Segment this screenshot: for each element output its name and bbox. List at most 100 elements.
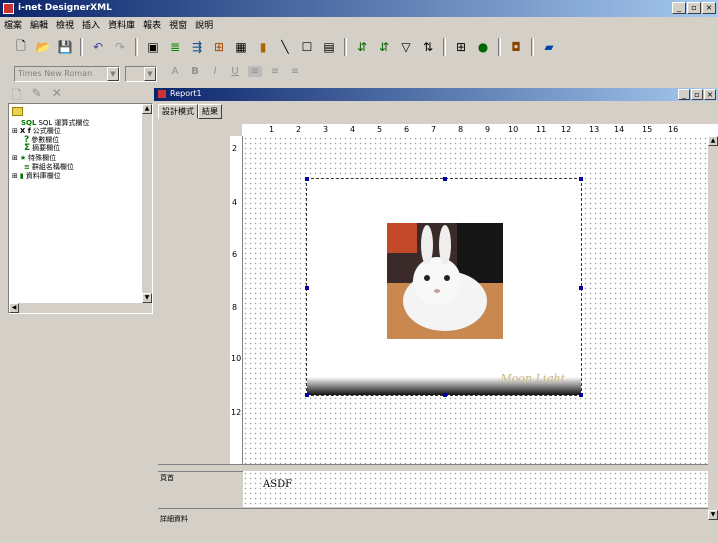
resize-handle[interactable] (305, 177, 309, 181)
rabbit-photo (387, 223, 503, 339)
title-bar: i-net DesignerXML _ ▫ × (0, 0, 718, 17)
expand-icon[interactable]: ⊞ (12, 127, 18, 135)
minimize-button[interactable]: _ (672, 2, 686, 14)
group-icon: ≡ (24, 163, 30, 171)
ruler-v-label: 12 (231, 408, 242, 417)
tree-item-database[interactable]: ⊞ ▮ 資料庫欄位 (12, 171, 61, 181)
redo-icon[interactable]: ↷ (111, 38, 129, 56)
insert-field-icon[interactable]: ≣ (166, 38, 184, 56)
menu-view[interactable]: 檢視 (52, 18, 78, 31)
ruler-h-label: 6 (404, 125, 410, 134)
chevron-down-icon[interactable]: ▼ (107, 67, 119, 81)
tab-design[interactable]: 設計模式 (158, 104, 198, 119)
align-center-button[interactable]: ≡ (268, 66, 282, 77)
filter-icon[interactable]: ▽ (397, 38, 415, 56)
align-right-button[interactable]: ≡ (288, 66, 302, 77)
database-expert-icon[interactable]: ● (474, 38, 492, 56)
menu-bar: 檔案 編輯 檢視 插入 資料庫 報表 視窗 說明 (0, 17, 718, 32)
report-minimize-button[interactable]: _ (678, 89, 690, 100)
vertical-ruler: 2 4 6 8 10 12 (230, 136, 243, 466)
sort-ascending-icon[interactable]: ⇅ (419, 38, 437, 56)
tree-root[interactable] (12, 107, 23, 116)
database-icon: ▮ (19, 172, 24, 180)
book-icon[interactable]: ▰ (540, 38, 558, 56)
header-text-object[interactable]: ASDF (263, 479, 292, 490)
menu-report[interactable]: 報表 (139, 18, 165, 31)
insert-chart-icon[interactable]: ▮ (254, 38, 272, 56)
section-divider[interactable] (158, 508, 718, 514)
insert-text-icon[interactable]: ▣ (144, 38, 162, 56)
report-maximize-button[interactable]: ▫ (691, 89, 703, 100)
canvas-horizontal-scrollbar[interactable] (243, 521, 718, 531)
field-explorer-icon[interactable]: ⊞ (452, 38, 470, 56)
expand-icon[interactable]: ⊞ (12, 172, 18, 180)
insert-box-icon[interactable]: ☐ (298, 38, 316, 56)
font-size-select[interactable]: ▼ (125, 66, 157, 82)
resize-handle[interactable] (443, 177, 447, 181)
font-color-button[interactable]: A (168, 66, 182, 77)
italic-button[interactable]: I (208, 66, 222, 77)
menu-edit[interactable]: 編輯 (26, 18, 52, 31)
scroll-up-icon[interactable]: ▲ (142, 104, 152, 114)
font-select[interactable]: Times New Roman ▼ (14, 66, 120, 82)
report-close-button[interactable]: × (704, 89, 716, 100)
ruler-h-label: 15 (642, 125, 653, 134)
bold-button[interactable]: B (188, 66, 202, 77)
report-tabs: 設計模式 結果 (158, 104, 222, 119)
menu-insert[interactable]: 插入 (78, 18, 104, 31)
menu-file[interactable]: 檔案 (0, 18, 26, 31)
tab-result[interactable]: 結果 (198, 104, 222, 119)
ruler-h-label: 8 (458, 125, 464, 134)
resize-handle[interactable] (305, 393, 309, 397)
ruler-h-label: 11 (536, 125, 547, 134)
scroll-down-icon[interactable]: ▼ (708, 510, 718, 520)
resize-handle[interactable] (579, 393, 583, 397)
resize-handle[interactable] (305, 286, 309, 290)
page-header-canvas[interactable]: ASDF (243, 471, 718, 507)
ruler-h-label: 2 (296, 125, 302, 134)
insert-line-icon[interactable]: ╲ (276, 38, 294, 56)
resize-handle[interactable] (579, 286, 583, 290)
insert-picture-icon[interactable]: ▤ (320, 38, 338, 56)
insert-summary-icon[interactable]: ⊞ (210, 38, 228, 56)
ruler-v-label: 4 (232, 198, 238, 207)
scroll-left-icon[interactable]: ◀ (9, 303, 19, 313)
menu-help[interactable]: 說明 (191, 18, 217, 31)
save-icon[interactable]: 💾 (56, 38, 74, 56)
menu-window[interactable]: 視窗 (165, 18, 191, 31)
chevron-down-icon[interactable]: ▼ (144, 67, 156, 81)
open-folder-icon[interactable]: 📂 (34, 38, 52, 56)
tree-vertical-scrollbar[interactable]: ▲ ▼ (142, 104, 152, 303)
insert-table-icon[interactable]: ▦ (232, 38, 250, 56)
resize-handle[interactable] (579, 177, 583, 181)
close-button[interactable]: × (702, 2, 716, 14)
field-explorer-tree[interactable]: SQL SQL 運算式欄位 ⊞ X f 公式欄位 ? 參數欄位 Σ 摘要欄位 ⊞… (8, 103, 153, 314)
canvas-vertical-scrollbar[interactable]: ▲ ▼ (708, 136, 718, 520)
ruler-h-label: 12 (561, 125, 572, 134)
expand-icon[interactable]: ⊞ (12, 154, 18, 162)
group-expert-icon[interactable]: ⇵ (375, 38, 393, 56)
align-left-button[interactable]: ≡ (248, 66, 262, 77)
underline-button[interactable]: U (228, 66, 242, 77)
menu-database[interactable]: 資料庫 (104, 18, 139, 31)
tree-item-summary[interactable]: Σ 摘要欄位 (24, 143, 60, 153)
picture-object[interactable]: Moon Light (305, 177, 583, 397)
insert-group-icon[interactable]: ⇶ (188, 38, 206, 56)
resize-handle[interactable] (443, 393, 447, 397)
undo-icon[interactable]: ↶ (89, 38, 107, 56)
new-file-icon[interactable]: 🗋 (12, 38, 30, 56)
section-label-details[interactable]: 詳細資料 (160, 514, 188, 524)
ruler-v-label: 8 (232, 303, 238, 312)
scroll-up-icon[interactable]: ▲ (708, 136, 718, 146)
ruler-h-label: 13 (589, 125, 600, 134)
window-controls: _ ▫ × (672, 2, 716, 14)
scroll-down-icon[interactable]: ▼ (142, 293, 152, 303)
format-buttons: A B I U ≡ ≡ ≡ (168, 66, 302, 77)
report-title: Report1 (170, 89, 202, 98)
sort-icon[interactable]: ⇵ (353, 38, 371, 56)
tree-horizontal-scrollbar[interactable]: ◀ (9, 303, 152, 313)
sigma-icon: Σ (24, 143, 31, 153)
section-expert-icon[interactable]: ◘ (507, 38, 525, 56)
section-label-page-header[interactable]: 頁首 (160, 473, 174, 483)
maximize-button[interactable]: ▫ (687, 2, 701, 14)
